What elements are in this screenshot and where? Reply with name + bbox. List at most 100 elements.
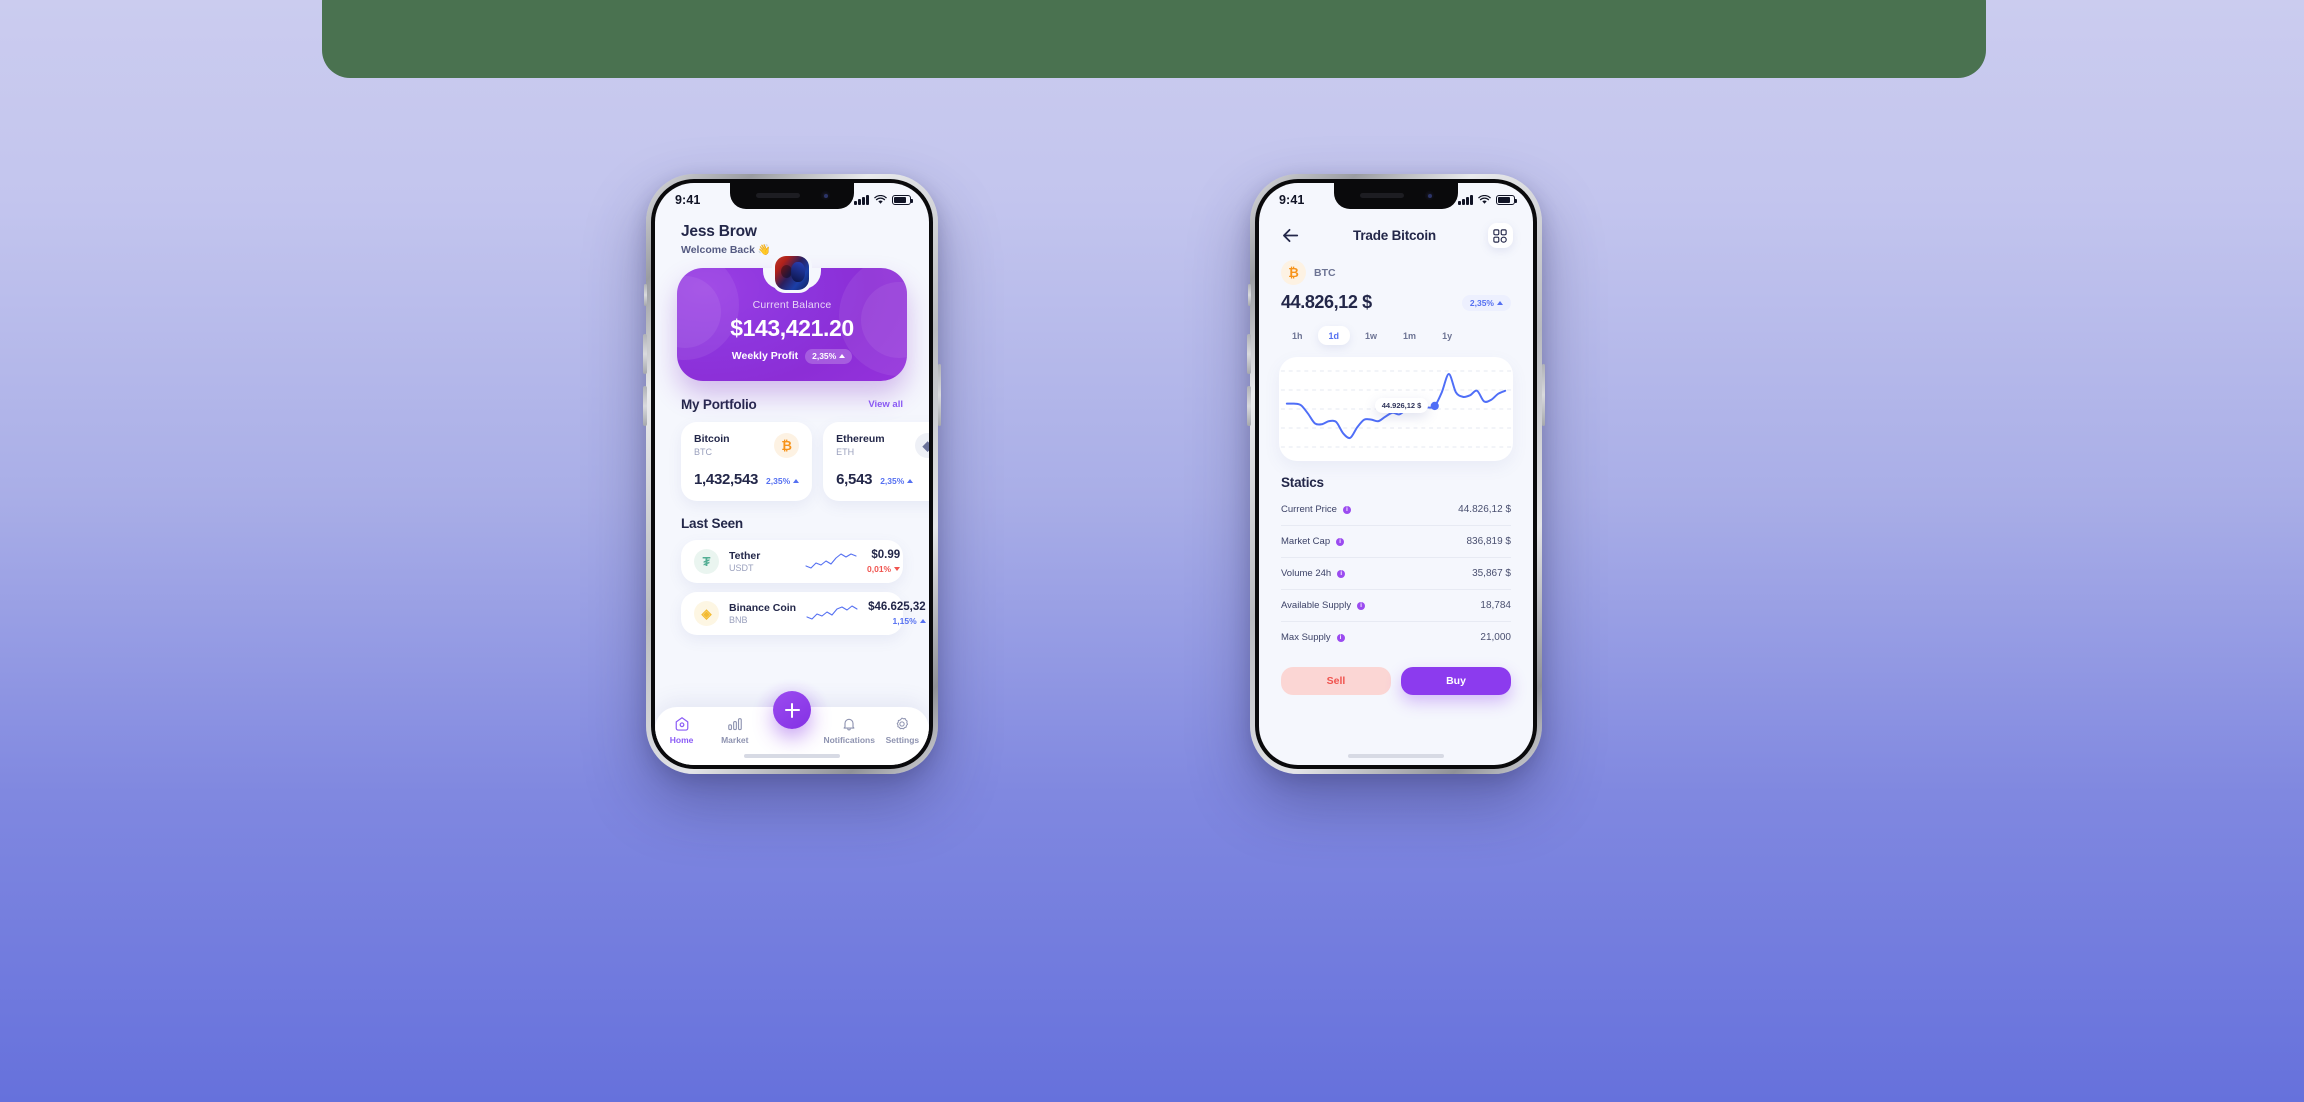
avatar[interactable] bbox=[772, 253, 812, 293]
range-1h[interactable]: 1h bbox=[1281, 326, 1314, 345]
coin-change: 1,15% bbox=[868, 616, 926, 626]
add-button[interactable] bbox=[773, 691, 811, 729]
volume-up-button[interactable] bbox=[1247, 334, 1251, 374]
wifi-icon bbox=[1478, 195, 1491, 204]
list-item[interactable]: ◈ Binance Coin BNB $46.625,32 1,15% bbox=[681, 592, 926, 635]
bitcoin-icon: ₿ bbox=[774, 433, 800, 458]
buy-button[interactable]: Buy bbox=[1401, 667, 1511, 695]
info-icon[interactable]: i bbox=[1337, 569, 1346, 578]
bell-icon bbox=[843, 718, 855, 731]
coin-name: Ethereum bbox=[836, 433, 885, 445]
coin-name: Binance Coin bbox=[729, 602, 797, 614]
right-phone-screen: 9:41 Trade Bitcoin ₿ BTC 44.826,12 $ 2,3… bbox=[1259, 183, 1533, 765]
volume-down-button[interactable] bbox=[643, 386, 647, 426]
portfolio-card-list: Bitcoin BTC ₿ 1,432,543 2,35% Ethereum E… bbox=[655, 422, 929, 501]
grid-menu-button[interactable] bbox=[1487, 223, 1513, 248]
tether-icon: ₮ bbox=[694, 549, 719, 574]
chart-marker-point bbox=[1430, 401, 1439, 411]
power-button[interactable] bbox=[937, 364, 941, 426]
stat-label: Current Price bbox=[1281, 504, 1337, 515]
table-row: Volume 24h i 35,867 $ bbox=[1281, 558, 1511, 590]
coin-name: Tether bbox=[729, 550, 761, 562]
mute-switch[interactable] bbox=[644, 284, 647, 306]
last-seen-header: Last Seen bbox=[655, 516, 929, 531]
tab-home[interactable]: Home bbox=[655, 716, 708, 745]
coin-header: ₿ BTC bbox=[1259, 260, 1533, 285]
table-row: Market Cap i 836,819 $ bbox=[1281, 526, 1511, 558]
coin-value: 1,432,543 bbox=[694, 471, 759, 488]
tab-settings[interactable]: Settings bbox=[876, 716, 929, 745]
coin-price: $46.625,32 bbox=[868, 601, 926, 613]
caret-up-icon bbox=[907, 479, 914, 483]
price-chart[interactable]: 44.926,12 $ bbox=[1279, 357, 1513, 461]
top-green-band bbox=[322, 0, 1986, 78]
tab-label: Home bbox=[669, 735, 694, 745]
last-seen-list: ₮ Tether USDT $0.99 0,01% ◈ Binance Coin… bbox=[655, 540, 929, 635]
coin-change: 2,35% bbox=[880, 476, 914, 486]
power-button[interactable] bbox=[1541, 364, 1545, 426]
bar-chart-icon bbox=[727, 718, 742, 731]
earpiece-speaker bbox=[756, 193, 800, 198]
stat-label: Available Supply bbox=[1281, 600, 1352, 611]
stat-value: 44.826,12 $ bbox=[1458, 504, 1511, 515]
tab-notifications[interactable]: Notifications bbox=[823, 716, 876, 745]
caret-up-icon bbox=[919, 619, 926, 623]
sell-button[interactable]: Sell bbox=[1281, 667, 1391, 695]
stat-label: Max Supply bbox=[1281, 632, 1331, 643]
coin-change: 0,01% bbox=[867, 564, 901, 574]
list-item[interactable]: ₮ Tether USDT $0.99 0,01% bbox=[681, 540, 903, 583]
table-row: Current Price i 44.826,12 $ bbox=[1281, 494, 1511, 526]
coin-value: 6,543 bbox=[836, 471, 873, 488]
user-name: Jess Brow bbox=[681, 223, 757, 240]
mute-switch[interactable] bbox=[1248, 284, 1251, 306]
portfolio-card[interactable]: Bitcoin BTC ₿ 1,432,543 2,35% bbox=[681, 422, 813, 501]
binance-icon: ◈ bbox=[694, 601, 719, 626]
weekly-profit-label: Weekly Profit bbox=[731, 350, 799, 362]
range-1w[interactable]: 1w bbox=[1354, 326, 1388, 345]
time-range-tabs: 1h 1d 1w 1m 1y bbox=[1259, 326, 1533, 345]
front-camera bbox=[1425, 191, 1434, 200]
range-1d[interactable]: 1d bbox=[1317, 326, 1351, 345]
battery-icon bbox=[1496, 195, 1517, 205]
range-1m[interactable]: 1m bbox=[1392, 326, 1427, 345]
coin-name: Bitcoin bbox=[694, 433, 730, 445]
left-phone-screen: 9:41 Jess Brow Welcome Back 👋 Current Ba… bbox=[655, 183, 929, 765]
caret-up-icon bbox=[793, 479, 800, 483]
stat-label: Volume 24h bbox=[1281, 568, 1332, 579]
price-change-chip: 2,35% bbox=[1461, 294, 1511, 311]
right-phone-device: 9:41 Trade Bitcoin ₿ BTC 44.826,12 $ 2,3… bbox=[1247, 174, 1545, 774]
balance-amount: $143,421.20 bbox=[730, 314, 854, 341]
stat-label: Market Cap bbox=[1281, 536, 1331, 547]
info-icon[interactable]: i bbox=[1336, 537, 1345, 546]
tab-label: Notifications bbox=[823, 735, 875, 745]
statics-section: Statics Current Price i 44.826,12 $ Mark… bbox=[1259, 475, 1533, 653]
stat-value: 836,819 $ bbox=[1466, 536, 1512, 547]
view-all-link[interactable]: View all bbox=[868, 399, 903, 410]
arrow-left-icon bbox=[1282, 228, 1298, 243]
notch bbox=[1334, 183, 1458, 209]
coin-symbol: BTC bbox=[694, 447, 712, 457]
range-1y[interactable]: 1y bbox=[1431, 326, 1463, 345]
balance-label: Current Balance bbox=[752, 298, 832, 311]
stat-value: 21,000 bbox=[1480, 632, 1511, 643]
volume-up-button[interactable] bbox=[643, 334, 647, 374]
tab-label: Settings bbox=[885, 735, 920, 745]
caret-down-icon bbox=[894, 567, 901, 571]
portfolio-header: My Portfolio View all bbox=[655, 397, 929, 412]
weekly-profit-value: 2,35% bbox=[812, 351, 837, 361]
front-camera bbox=[821, 191, 830, 200]
volume-down-button[interactable] bbox=[1247, 386, 1251, 426]
greeting-block: Jess Brow Welcome Back 👋 bbox=[655, 217, 929, 256]
table-row: Max Supply i 21,000 bbox=[1281, 622, 1511, 653]
tab-market[interactable]: Market bbox=[708, 716, 761, 745]
tab-label: Market bbox=[721, 735, 749, 745]
bitcoin-icon: ₿ bbox=[1281, 260, 1306, 285]
coin-symbol: BNB bbox=[729, 615, 748, 625]
info-icon[interactable]: i bbox=[1336, 633, 1345, 642]
info-icon[interactable]: i bbox=[1357, 601, 1366, 610]
portfolio-card[interactable]: Ethereum ETH ◆ 6,543 2,35% bbox=[823, 422, 929, 501]
action-buttons: Sell Buy bbox=[1259, 667, 1533, 695]
info-icon[interactable]: i bbox=[1342, 505, 1351, 514]
notch bbox=[730, 183, 854, 209]
back-button[interactable] bbox=[1279, 225, 1301, 247]
